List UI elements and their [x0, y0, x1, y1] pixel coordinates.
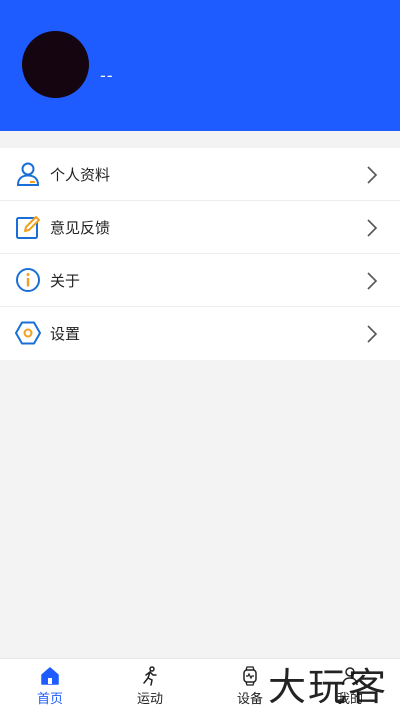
menu-item-feedback[interactable]: 意见反馈 — [0, 201, 400, 254]
menu-item-label: 意见反馈 — [50, 218, 111, 237]
settings-icon — [15, 321, 41, 345]
tab-mine[interactable]: 我的 — [300, 659, 400, 711]
menu-list: 个人资料 意见反馈 关于 设置 — [0, 148, 400, 360]
tab-label: 运动 — [136, 692, 163, 707]
username: -- — [100, 66, 114, 85]
tab-label: 设备 — [236, 692, 263, 707]
tab-label: 首页 — [36, 692, 63, 707]
running-icon — [143, 666, 157, 686]
menu-item-profile[interactable]: 个人资料 — [0, 148, 400, 201]
tab-device[interactable]: 设备 — [200, 659, 300, 711]
tab-home[interactable]: 首页 — [0, 659, 100, 711]
menu-item-label: 设置 — [50, 325, 81, 343]
chevron-right-icon — [367, 272, 378, 290]
menu-item-about[interactable]: 关于 — [0, 254, 400, 307]
watch-icon — [243, 666, 257, 686]
tab-label: 我的 — [336, 692, 363, 707]
menu-item-label: 个人资料 — [50, 165, 111, 184]
user-icon — [16, 162, 40, 186]
chevron-right-icon — [367, 219, 378, 237]
avatar[interactable] — [22, 31, 89, 98]
menu-item-label: 关于 — [50, 271, 81, 290]
profile-header: -- — [0, 0, 400, 131]
home-icon — [41, 667, 59, 685]
chevron-right-icon — [367, 325, 378, 343]
menu-item-settings[interactable]: 设置 — [0, 307, 400, 360]
user-icon — [342, 667, 358, 686]
edit-icon — [16, 216, 40, 239]
bottom-tab-bar: 首页 运动 设备 我的 — [0, 658, 400, 711]
chevron-right-icon — [367, 166, 378, 184]
info-icon — [16, 268, 40, 292]
tab-sport[interactable]: 运动 — [100, 659, 200, 711]
